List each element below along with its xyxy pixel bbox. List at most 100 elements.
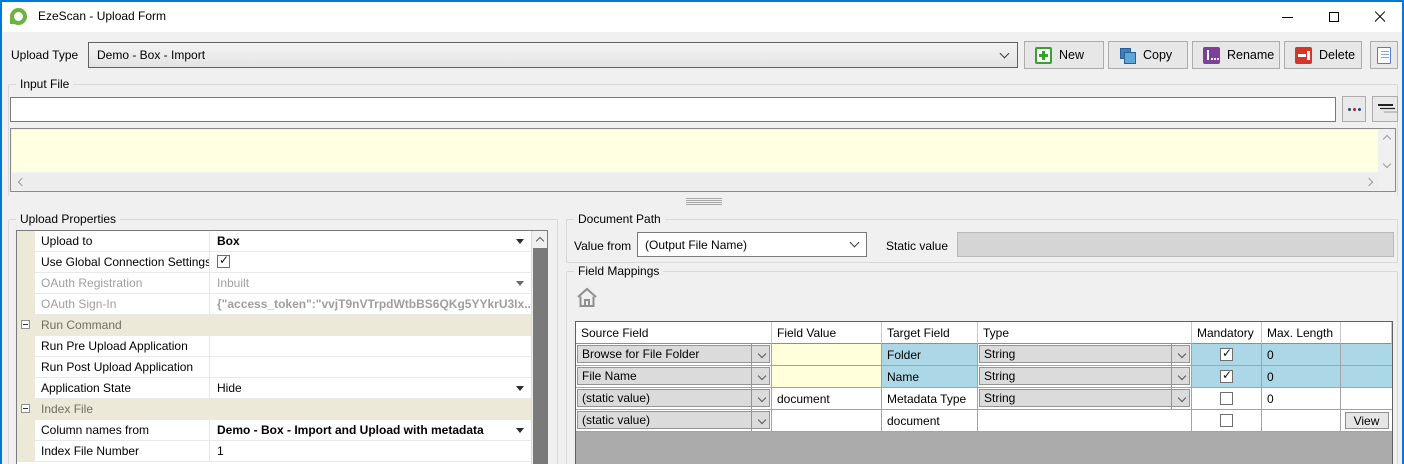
filter-button[interactable] [1372, 96, 1398, 122]
table-row: Browse for File Folder Folder String 0 [576, 344, 1392, 366]
report-button[interactable] [1370, 41, 1398, 69]
type-cell[interactable] [978, 410, 1192, 432]
target-field-cell[interactable]: Metadata Type [882, 388, 978, 410]
value-from-select[interactable]: (Output File Name) [637, 232, 867, 257]
type-select[interactable]: String [978, 344, 1192, 366]
field-value-cell[interactable] [772, 366, 882, 388]
dropdown-arrow-icon[interactable] [516, 239, 524, 244]
property-value[interactable] [210, 357, 531, 378]
property-value[interactable] [210, 336, 531, 357]
source-field-select[interactable]: (static value) [576, 388, 772, 410]
property-row-run-post-upload[interactable]: Run Post Upload Application [17, 357, 531, 378]
field-value-cell[interactable] [772, 410, 882, 432]
property-row-run-pre-upload[interactable]: Run Pre Upload Application [17, 336, 531, 357]
source-field-select[interactable]: Browse for File Folder [576, 344, 772, 366]
property-value[interactable]: Hide [210, 378, 531, 399]
property-grid-scrollbar[interactable] [531, 231, 547, 464]
chevron-right-icon [1365, 178, 1373, 186]
column-header-target-field[interactable]: Target Field [882, 322, 978, 344]
chevron-down-icon[interactable] [1171, 344, 1191, 365]
scroll-up-button[interactable] [1379, 130, 1394, 145]
max-length-cell[interactable] [1262, 410, 1341, 432]
max-length-cell[interactable]: 0 [1262, 388, 1341, 410]
scroll-left-button[interactable] [12, 174, 28, 190]
maximize-button[interactable] [1311, 2, 1356, 32]
close-icon [1374, 11, 1386, 23]
vertical-scrollbar[interactable] [1379, 130, 1394, 172]
max-length-cell[interactable]: 0 [1262, 366, 1341, 388]
property-row-oauth-signin: OAuth Sign-In {"access_token":"vvjT9nVTr… [17, 294, 531, 315]
close-button[interactable] [1357, 2, 1402, 32]
chevron-down-icon[interactable] [751, 410, 771, 431]
column-header-field-value[interactable]: Field Value [772, 322, 882, 344]
scroll-up-button[interactable] [532, 231, 548, 247]
property-group-index-file[interactable]: Index File [17, 399, 531, 420]
column-header-mandatory[interactable]: Mandatory [1192, 322, 1262, 344]
dropdown-arrow-icon[interactable] [516, 386, 524, 391]
property-value[interactable]: Box [210, 231, 531, 252]
input-file-group-title: Input File [16, 77, 73, 91]
chevron-down-icon[interactable] [751, 388, 771, 409]
message-text-area[interactable] [12, 130, 1378, 172]
property-grid: Upload to Box Use Global Connection Sett… [16, 230, 548, 464]
mandatory-checkbox[interactable] [1220, 370, 1233, 383]
input-file-input[interactable] [10, 97, 1336, 122]
table-row: (static value) document View [576, 410, 1392, 432]
max-length-cell[interactable]: 0 [1262, 344, 1341, 366]
document-icon [1377, 47, 1391, 64]
target-field-cell[interactable]: document [882, 410, 978, 432]
property-row-upload-to[interactable]: Upload to Box [17, 231, 531, 252]
target-field-cell[interactable]: Name [882, 366, 978, 388]
row-indent [17, 336, 35, 357]
target-field-cell[interactable]: Folder [882, 344, 978, 366]
upload-type-select[interactable]: Demo - Box - Import [88, 42, 1018, 68]
ellipsis-icon [1348, 108, 1361, 111]
column-header-source-field[interactable]: Source Field [576, 322, 772, 344]
property-row-column-names-from[interactable]: Column names from Demo - Box - Import an… [17, 420, 531, 441]
splitter[interactable] [2, 194, 1402, 206]
chevron-down-icon[interactable] [751, 366, 771, 387]
mandatory-checkbox[interactable] [1220, 392, 1233, 405]
field-value-cell[interactable]: document [772, 388, 882, 410]
collapse-icon[interactable] [21, 404, 30, 413]
browse-button[interactable] [1342, 96, 1366, 122]
view-button[interactable]: View [1345, 412, 1389, 429]
property-row-global-connection[interactable]: Use Global Connection Settings [17, 252, 531, 273]
column-header-type[interactable]: Type [978, 322, 1192, 344]
chevron-down-icon[interactable] [751, 344, 771, 365]
collapse-icon[interactable] [21, 320, 30, 329]
message-area [10, 128, 1396, 192]
property-name: Index File Number [35, 441, 210, 462]
delete-button[interactable]: Delete [1284, 41, 1362, 69]
upload-type-value: Demo - Box - Import [97, 48, 205, 62]
property-value[interactable]: 1 [210, 441, 531, 462]
property-row-application-state[interactable]: Application State Hide [17, 378, 531, 399]
copy-button[interactable]: Copy [1108, 41, 1188, 69]
type-select[interactable]: String [978, 366, 1192, 388]
chevron-down-icon[interactable] [1171, 388, 1191, 409]
property-group-run-command[interactable]: Run Command [17, 315, 531, 336]
mandatory-checkbox[interactable] [1220, 414, 1233, 427]
source-field-select[interactable]: (static value) [576, 410, 772, 432]
horizontal-scrollbar[interactable] [12, 174, 1378, 190]
chevron-down-icon[interactable] [1171, 366, 1191, 387]
column-header-max-length[interactable]: Max. Length [1262, 322, 1341, 344]
property-value: Inbuilt [210, 273, 531, 294]
type-select[interactable]: String [978, 388, 1192, 410]
property-row-index-file-number[interactable]: Index File Number 1 [17, 441, 531, 462]
field-value-cell[interactable] [772, 344, 882, 366]
property-value[interactable]: Demo - Box - Import and Upload with meta… [210, 420, 531, 441]
column-header-action[interactable] [1341, 322, 1392, 344]
new-button[interactable]: New [1024, 41, 1104, 69]
mandatory-checkbox[interactable] [1220, 348, 1233, 361]
rename-button[interactable]: Rename [1192, 41, 1280, 69]
scroll-down-button[interactable] [1379, 157, 1394, 172]
scroll-right-button[interactable] [1362, 174, 1378, 190]
home-icon[interactable] [575, 286, 599, 310]
minimize-button[interactable] [1265, 2, 1310, 32]
scrollbar-thumb[interactable] [533, 248, 547, 464]
global-connection-checkbox[interactable] [217, 255, 230, 268]
dropdown-arrow-icon[interactable] [516, 428, 524, 433]
delete-icon [1295, 47, 1312, 64]
source-field-select[interactable]: File Name [576, 366, 772, 388]
